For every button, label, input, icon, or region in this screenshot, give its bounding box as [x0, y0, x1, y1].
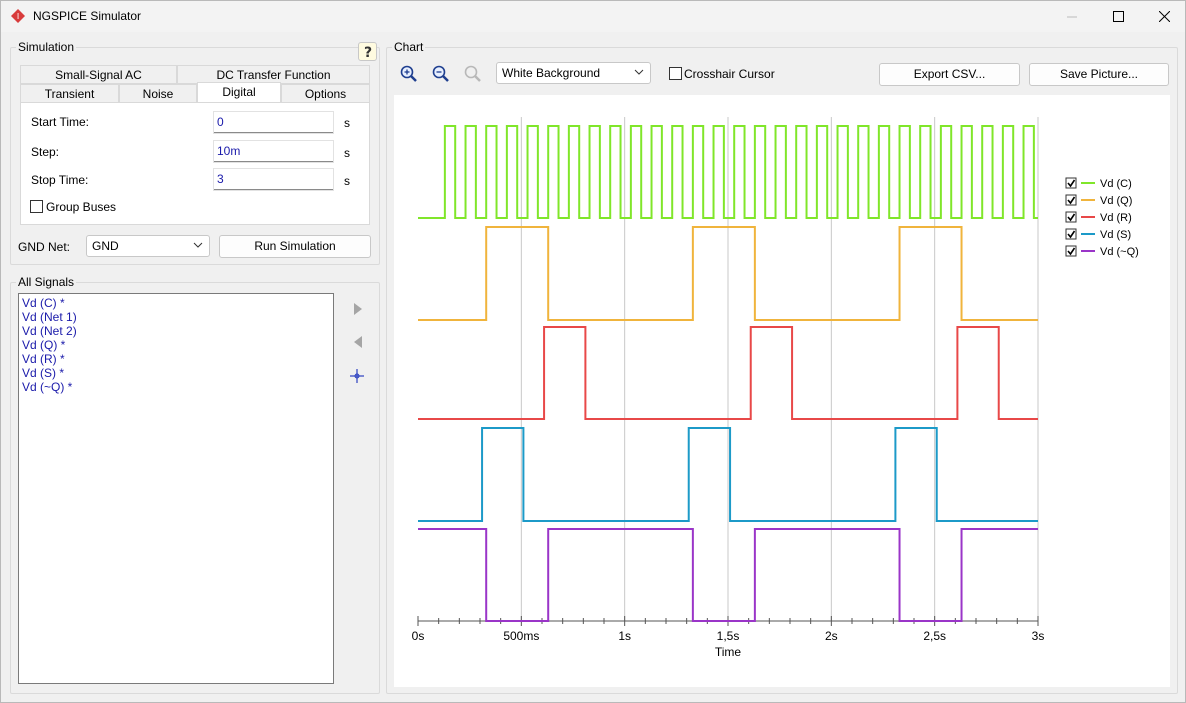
x-tick-label: 1s	[618, 629, 631, 643]
zoom-fit-icon[interactable]	[462, 63, 484, 85]
list-item[interactable]: Vd (R) *	[22, 352, 330, 366]
group-buses-label: Group Buses	[46, 200, 117, 214]
tab-noise[interactable]: Noise	[119, 84, 197, 103]
chevron-down-icon	[634, 69, 644, 75]
help-icon: ?	[363, 45, 371, 61]
list-item[interactable]: Vd (~Q) *	[22, 380, 330, 394]
x-tick-label: 3s	[1032, 629, 1045, 643]
list-item[interactable]: Vd (S) *	[22, 366, 330, 380]
list-item[interactable]: Vd (Net 2)	[22, 324, 330, 338]
list-item[interactable]: Vd (Q) *	[22, 338, 330, 352]
tab-transient[interactable]: Transient	[20, 84, 119, 103]
start-time-label: Start Time:	[31, 115, 90, 129]
add-signal-arrow-icon[interactable]	[347, 298, 369, 320]
export-csv-button[interactable]: Export CSV...	[879, 63, 1020, 86]
group-buses-checkbox[interactable]	[30, 200, 43, 213]
x-tick-label: 0s	[412, 629, 425, 643]
list-item[interactable]: Vd (Net 1)	[22, 310, 330, 324]
svg-text:I: I	[17, 12, 19, 21]
stop-time-input[interactable]	[213, 168, 334, 191]
signal-list[interactable]: Vd (C) * Vd (Net 1) Vd (Net 2) Vd (Q) * …	[18, 293, 334, 684]
maximize-button[interactable]	[1095, 1, 1141, 32]
title-bar: I NGSPICE Simulator	[1, 1, 1185, 32]
tab-small-signal-ac[interactable]: Small-Signal AC	[20, 65, 177, 84]
legend-label: Vd (~Q)	[1100, 246, 1139, 258]
gnd-net-label: GND Net:	[18, 240, 71, 254]
legend-label: Vd (R)	[1100, 212, 1132, 224]
remove-signal-arrow-icon[interactable]	[347, 331, 369, 353]
crosshair-checkbox[interactable]	[669, 67, 682, 80]
svg-text:?: ?	[363, 45, 371, 60]
run-simulation-button[interactable]: Run Simulation	[219, 235, 371, 258]
save-picture-button[interactable]: Save Picture...	[1029, 63, 1169, 86]
add-cursor-icon[interactable]	[346, 365, 368, 387]
crosshair-label: Crosshair Cursor	[684, 67, 775, 81]
background-select-value: White Background	[502, 66, 601, 80]
close-button[interactable]	[1141, 1, 1186, 32]
zoom-out-icon[interactable]	[430, 63, 452, 85]
x-tick-label: 2s	[825, 629, 838, 643]
tab-digital[interactable]: Digital	[197, 82, 281, 103]
legend-label: Vd (S)	[1100, 229, 1131, 241]
all-signals-group-title: All Signals	[16, 275, 77, 289]
x-tick-label: 1,5s	[717, 629, 740, 643]
waveform-chart[interactable]: 0s 500ms 1s 1,5s 2s 2,5s 3s Time Vd (C) Vd (Q) Vd …	[394, 95, 1170, 687]
minimize-button[interactable]	[1049, 1, 1095, 32]
stop-time-unit: s	[344, 174, 350, 188]
minimize-icon	[1067, 16, 1077, 17]
step-label: Step:	[31, 145, 60, 159]
zoom-in-icon[interactable]	[398, 63, 420, 85]
maximize-icon	[1112, 11, 1124, 22]
step-unit: s	[344, 146, 350, 160]
x-tick-label: 2,5s	[923, 629, 946, 643]
list-item[interactable]: Vd (C) *	[22, 296, 330, 310]
background-select[interactable]: White Background	[496, 62, 651, 84]
close-icon	[1158, 11, 1170, 22]
stop-time-label: Stop Time:	[31, 173, 89, 187]
x-axis-label: Time	[715, 645, 742, 659]
x-tick-label: 500ms	[503, 629, 539, 643]
gnd-net-value: GND	[92, 239, 119, 253]
start-time-input[interactable]	[213, 111, 334, 134]
start-time-unit: s	[344, 116, 350, 130]
legend-label: Vd (C)	[1100, 178, 1132, 190]
simulator-window: I NGSPICE Simulator Simulation ? Small-S…	[0, 0, 1186, 703]
simulation-group-title: Simulation	[16, 40, 77, 54]
tab-options[interactable]: Options	[281, 84, 370, 103]
chevron-down-icon	[193, 242, 203, 248]
app-icon: I	[11, 9, 25, 23]
window-title: NGSPICE Simulator	[33, 9, 142, 23]
help-button[interactable]: ?	[358, 42, 377, 61]
chart-group-title: Chart	[392, 40, 426, 54]
legend-label: Vd (Q)	[1100, 195, 1132, 207]
step-input[interactable]	[213, 140, 334, 163]
gnd-net-select[interactable]: GND	[86, 235, 210, 257]
chart-area[interactable]: 0s 500ms 1s 1,5s 2s 2,5s 3s Time Vd (C) Vd (Q) Vd …	[394, 95, 1170, 687]
